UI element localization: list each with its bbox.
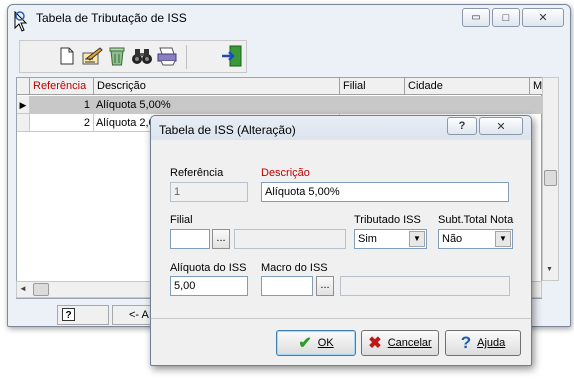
- column-header-cidade[interactable]: Cidade: [405, 78, 530, 95]
- column-header-descricao[interactable]: Descrição: [94, 78, 340, 95]
- help-icon: ?: [458, 120, 466, 132]
- row-pointer-icon: ▶: [17, 96, 30, 114]
- subtotal-select[interactable]: Não ▼: [438, 229, 513, 249]
- cell-cidade: [405, 96, 530, 114]
- tributado-label: Tributado ISS: [354, 214, 421, 226]
- question-icon: ?: [460, 333, 472, 352]
- scroll-thumb[interactable]: [33, 283, 49, 296]
- minimize-icon: ▭: [471, 12, 481, 23]
- help-label: Ajuda: [477, 337, 506, 349]
- close-icon: ✕: [538, 12, 548, 24]
- descricao-field[interactable]: Alíquota 5,00%: [261, 182, 509, 202]
- tributado-select[interactable]: Sim ▼: [354, 229, 427, 249]
- print-icon[interactable]: [156, 45, 178, 67]
- cell-referencia: 1: [30, 96, 94, 114]
- vertical-scrollbar[interactable]: ▼: [542, 77, 559, 281]
- edit-dialog: Tabela de ISS (Alteração) ? ✕ Referência…: [150, 115, 532, 366]
- new-document-icon[interactable]: [56, 45, 78, 67]
- referencia-label: Referência: [170, 167, 224, 179]
- filial-lookup-button[interactable]: ...: [212, 229, 230, 249]
- aliquota-label: Alíquota do ISS: [170, 262, 247, 274]
- status-help-panel[interactable]: ?: [57, 305, 109, 325]
- scroll-left-icon[interactable]: ◄: [19, 284, 27, 293]
- exit-door-icon[interactable]: [221, 45, 243, 67]
- close-button[interactable]: ✕: [522, 8, 564, 27]
- help-button[interactable]: ? Ajuda: [445, 330, 521, 356]
- descricao-label: Descrição: [261, 167, 310, 179]
- filial-label: Filial: [170, 214, 193, 226]
- filial-name-field: [234, 229, 346, 249]
- tributado-value: Sim: [358, 233, 377, 245]
- column-header-referencia[interactable]: Referência: [30, 78, 94, 95]
- chevron-down-icon[interactable]: ▼: [495, 231, 511, 247]
- cell-filial: [340, 96, 405, 114]
- dialog-help-button[interactable]: ?: [447, 117, 477, 135]
- maximize-icon: □: [502, 11, 510, 24]
- divider: [151, 318, 531, 319]
- aliquota-field[interactable]: 5,00: [170, 276, 248, 296]
- ok-label: OK: [317, 337, 334, 349]
- row-indicator-cell: [17, 114, 30, 132]
- ok-button[interactable]: ✔ OK: [276, 330, 356, 356]
- table-row[interactable]: ▶ 1 Alíquota 5,00%: [17, 96, 543, 114]
- cell-descricao: Alíquota 5,00%: [94, 96, 340, 114]
- help-icon: ?: [62, 308, 75, 321]
- maximize-button[interactable]: □: [492, 8, 520, 27]
- app-icon: [12, 10, 30, 32]
- scroll-down-icon[interactable]: ▼: [546, 266, 553, 273]
- binoculars-search-icon[interactable]: [131, 45, 153, 67]
- scroll-thumb[interactable]: [544, 170, 557, 186]
- cancel-button[interactable]: ✖ Cancelar: [361, 330, 439, 356]
- subtotal-value: Não: [442, 233, 463, 245]
- cancel-x-icon: ✖: [368, 335, 382, 352]
- close-icon: ✕: [496, 120, 506, 133]
- cell-referencia: 2: [30, 114, 94, 132]
- edit-icon[interactable]: [81, 45, 103, 67]
- column-header-filial[interactable]: Filial: [340, 78, 405, 95]
- dialog-title: Tabela de ISS (Alteração): [159, 123, 296, 137]
- filial-code-field[interactable]: [170, 229, 210, 249]
- row-indicator-header: [17, 78, 30, 95]
- chevron-down-icon[interactable]: ▼: [409, 231, 425, 247]
- minimize-button[interactable]: ▭: [462, 8, 490, 27]
- check-icon: ✔: [298, 335, 312, 352]
- macro-code-field[interactable]: [261, 276, 313, 296]
- nav-previous-text: <- A: [129, 309, 149, 321]
- toolbar-separator: [186, 45, 187, 69]
- dialog-title-bar: Tabela de ISS (Alteração) ? ✕: [151, 116, 531, 140]
- macro-name-field: [340, 276, 510, 296]
- macro-label: Macro do ISS: [261, 262, 328, 274]
- window-title: Tabela de Tributação de ISS: [36, 11, 187, 25]
- referencia-field: 1: [170, 182, 248, 202]
- subtotal-label: Subt.Total Nota: [438, 214, 514, 226]
- dialog-close-button[interactable]: ✕: [479, 117, 523, 135]
- toolbar: [19, 40, 247, 73]
- macro-lookup-button[interactable]: ...: [316, 276, 334, 296]
- cancel-label: Cancelar: [387, 337, 432, 349]
- delete-trash-icon[interactable]: [106, 45, 128, 67]
